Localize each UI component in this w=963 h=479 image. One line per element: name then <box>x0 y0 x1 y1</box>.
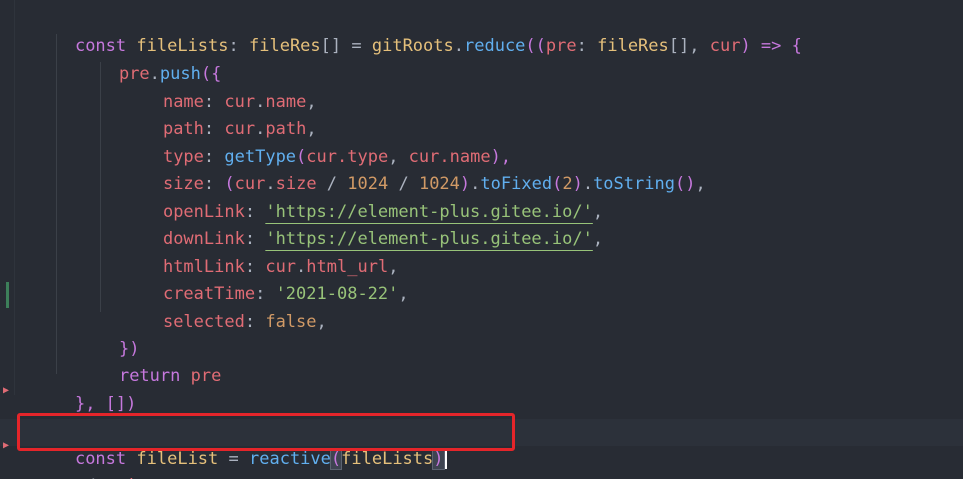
text-cursor <box>444 449 447 469</box>
code-line[interactable]: htmlLink: cur.html_url, <box>122 227 398 277</box>
code-line[interactable]: }) <box>78 309 139 359</box>
fold-arrow-icon[interactable]: ▶ <box>3 385 9 396</box>
param: cur <box>709 36 741 56</box>
code-line[interactable]: path: cur.path, <box>122 89 317 139</box>
object-key: selected <box>162 312 245 332</box>
code-line[interactable]: size: (cur.size / 1024 / 1024).toFixed(2… <box>122 144 706 194</box>
function-call: reactive <box>249 449 331 469</box>
indent-guide <box>56 34 57 374</box>
identifier: gitRoots <box>371 36 454 56</box>
code-line[interactable]: }, []) <box>34 364 136 414</box>
code-line[interactable]: const fileLists: fileRes[] = gitRoots.re… <box>34 6 802 56</box>
boolean-literal: false <box>265 312 317 332</box>
code-line[interactable]: name: cur.name, <box>122 62 317 112</box>
type-name: fileRes <box>249 36 321 56</box>
code-line[interactable]: pre.push({ <box>78 34 221 84</box>
indent-guide <box>14 0 15 395</box>
code-line[interactable]: openLink: 'https://element-plus.gitee.io… <box>122 172 603 222</box>
code-line[interactable]: return pre <box>78 336 221 386</box>
code-line[interactable]: type: getType(cur.type, cur.name), <box>122 117 511 167</box>
param: pre <box>545 36 577 56</box>
git-change-indicator <box>6 282 9 308</box>
code-line[interactable]: downLink: 'https://element-plus.gitee.io… <box>122 199 603 249</box>
red-annotation-box <box>17 413 515 451</box>
identifier: fileLists <box>341 449 434 469</box>
fold-arrow-icon[interactable]: ▶ <box>3 440 9 451</box>
code-line[interactable]: creatTime: '2021-08-22', <box>122 254 409 304</box>
code-line[interactable]: selected: false, <box>122 282 327 332</box>
indent-guide <box>100 62 101 312</box>
method-name: reduce <box>464 36 526 56</box>
type-name: fileRes <box>597 36 669 56</box>
code-editor[interactable]: ▶ ▶ const fileLists: fileRes[] = gitRoot… <box>0 0 963 479</box>
